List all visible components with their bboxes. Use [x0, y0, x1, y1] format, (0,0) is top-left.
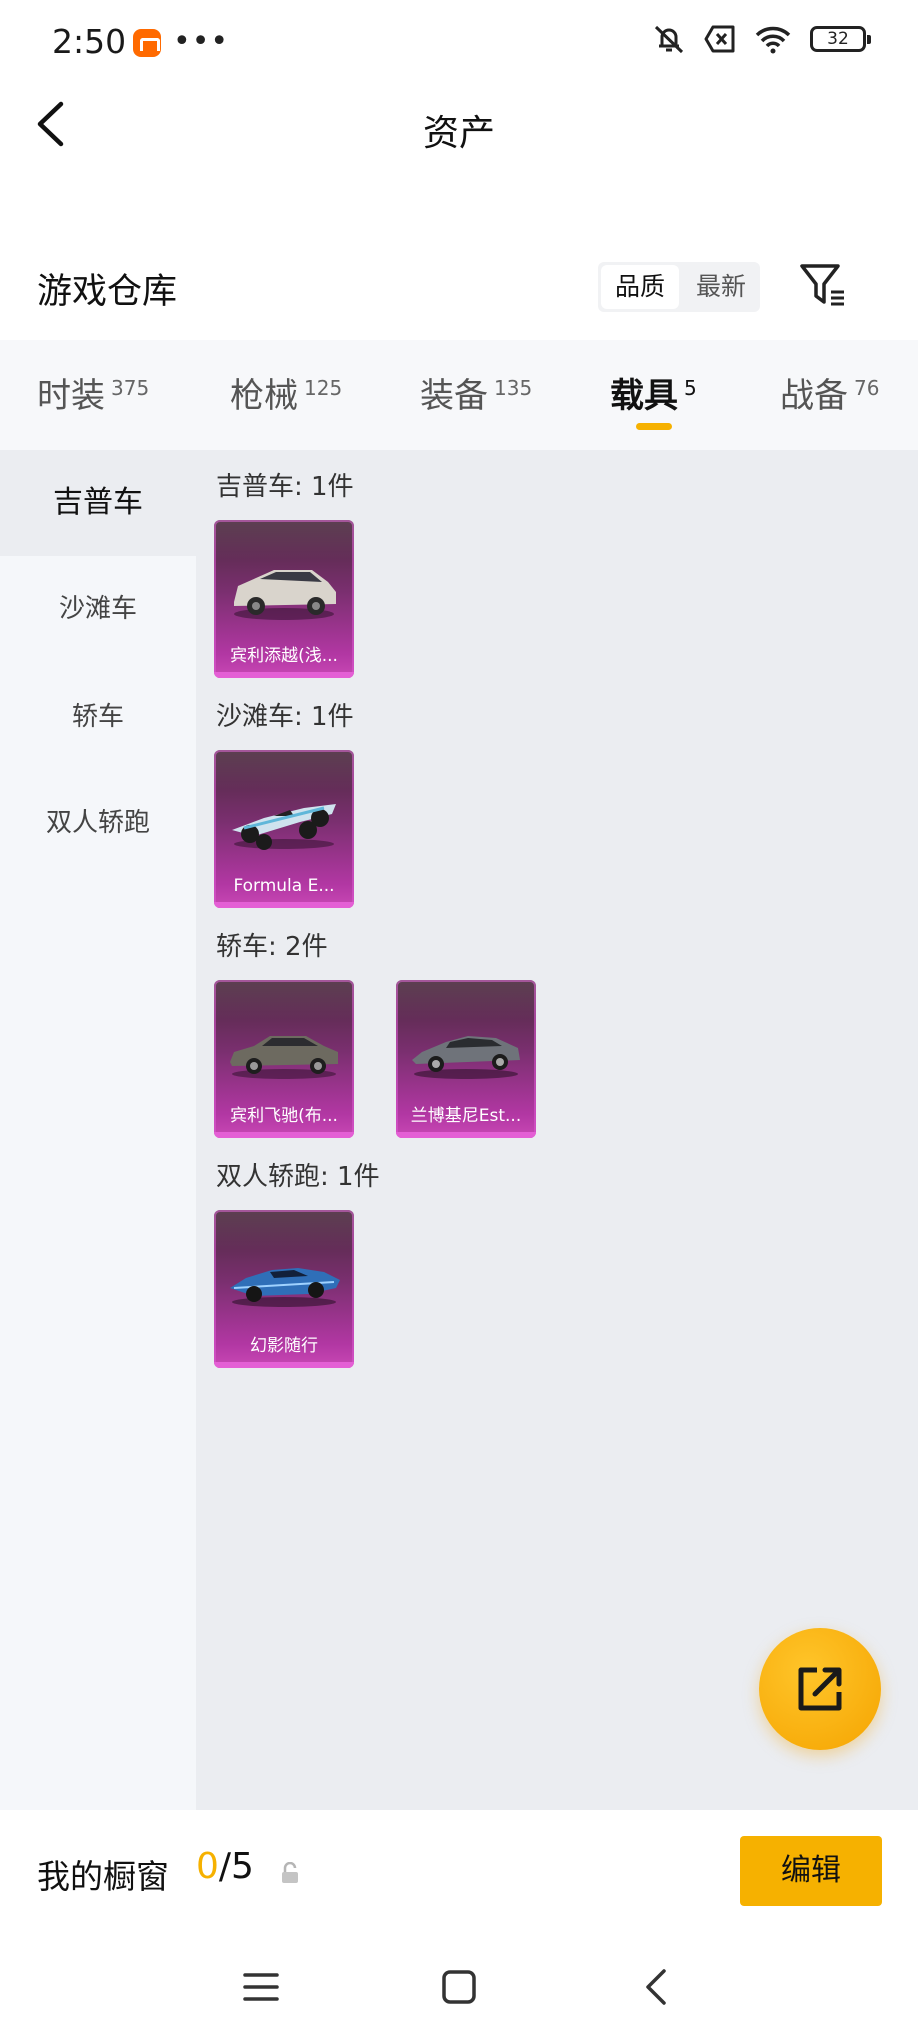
group-title: 轿车: 2件 — [216, 932, 328, 962]
hypercar-image — [230, 1268, 340, 1307]
group-title: 吉普车: 1件 — [216, 472, 354, 502]
vehicle-card[interactable]: 宾利添越(浅... — [214, 520, 354, 678]
tab-label: 时装 — [37, 376, 105, 416]
active-tab-indicator — [636, 423, 672, 430]
rarity-stripe — [214, 1132, 354, 1138]
showcase-current: 0 — [196, 1846, 219, 1887]
tab-equipment[interactable]: 装备 135 — [420, 368, 532, 417]
vehicle-type-sidebar: 吉普车 沙滩车 轿车 双人轿跑 — [0, 450, 196, 1810]
wifi-icon — [755, 26, 791, 54]
tab-label: 装备 — [420, 376, 488, 416]
tab-label: 战备 — [780, 376, 848, 416]
sort-quality-option[interactable]: 品质 — [601, 265, 679, 309]
mute-icon — [654, 25, 684, 54]
suv-image — [234, 570, 336, 620]
tab-vehicles[interactable]: 载具 5 — [610, 368, 697, 417]
sidebar-item-sedan[interactable]: 轿车 — [0, 664, 196, 770]
home-icon[interactable] — [437, 1965, 481, 2009]
tab-count: 5 — [684, 376, 697, 400]
sedan-image — [230, 1036, 338, 1079]
showcase-total: /5 — [218, 1846, 254, 1887]
vehicle-name: 宾利添越(浅... — [230, 646, 338, 666]
mi-app-icon — [133, 29, 161, 57]
showcase-count: 0/5 — [196, 1846, 254, 1887]
filter-icon[interactable] — [798, 260, 848, 310]
more-dots-icon: ••• — [173, 24, 230, 59]
group-title: 双人轿跑: 1件 — [216, 1162, 380, 1192]
tab-fashion[interactable]: 时装 375 — [37, 368, 149, 417]
header: 资产 — [0, 84, 918, 174]
tab-label: 枪械 — [230, 376, 298, 416]
vehicle-list: 吉普车: 1件 宾利添越(浅... 沙滩车: 1件 Formula E... 轿… — [196, 450, 918, 1810]
rarity-stripe — [396, 1132, 536, 1138]
tab-firearms[interactable]: 枪械 125 — [230, 368, 342, 417]
category-tabs: 时装 375 枪械 125 装备 135 载具 5 战备 76 — [0, 340, 918, 450]
sort-newest-option[interactable]: 最新 — [682, 262, 760, 312]
vehicle-card[interactable]: 宾利飞驰(布... — [214, 980, 354, 1138]
no-sim-icon — [704, 25, 735, 53]
tab-battle-supplies[interactable]: 战备 76 — [780, 368, 879, 417]
rarity-stripe — [214, 672, 354, 678]
sports-car-image — [412, 1036, 520, 1079]
vehicle-card[interactable]: 兰博基尼Est... — [396, 980, 536, 1138]
menu-icon[interactable] — [239, 1965, 283, 2009]
showcase-label: 我的橱窗 — [37, 1857, 169, 1896]
tab-count: 76 — [854, 376, 880, 400]
tab-count: 135 — [494, 376, 533, 400]
rarity-stripe — [214, 1362, 354, 1368]
rarity-stripe — [214, 902, 354, 908]
vehicle-name: 幻影随行 — [250, 1336, 318, 1356]
system-nav-bar — [0, 1935, 918, 2040]
group-title: 沙滩车: 1件 — [216, 702, 354, 732]
vehicle-name: Formula E... — [233, 876, 335, 896]
vehicle-name: 宾利飞驰(布... — [230, 1106, 338, 1126]
sidebar-item-jeep[interactable]: 吉普车 — [0, 450, 196, 556]
sidebar-item-coupe[interactable]: 双人轿跑 — [0, 770, 196, 876]
warehouse-title: 游戏仓库 — [37, 272, 178, 312]
edit-button[interactable]: 编辑 — [740, 1836, 882, 1906]
status-time: 2:50 — [52, 22, 127, 61]
vehicle-card[interactable]: 幻影随行 — [214, 1210, 354, 1368]
sidebar-item-buggy[interactable]: 沙滩车 — [0, 556, 196, 662]
tab-label: 载具 — [610, 376, 678, 416]
share-fab-button[interactable] — [759, 1628, 881, 1750]
status-bar: 2:50 ••• 32 — [0, 0, 918, 84]
lock-icon — [282, 1862, 298, 1883]
battery-icon: 32 — [810, 26, 871, 52]
back-icon[interactable] — [636, 1965, 680, 2009]
status-icons: 32 — [652, 24, 871, 54]
tab-count: 375 — [111, 376, 150, 400]
external-link-icon — [798, 1667, 842, 1711]
page-title: 资产 — [422, 113, 495, 154]
formula-car-image — [232, 804, 336, 850]
vehicle-name: 兰博基尼Est... — [410, 1106, 522, 1126]
sort-toggle: 品质 最新 — [598, 262, 760, 312]
vehicle-card[interactable]: Formula E... — [214, 750, 354, 908]
tab-count: 125 — [304, 376, 343, 400]
